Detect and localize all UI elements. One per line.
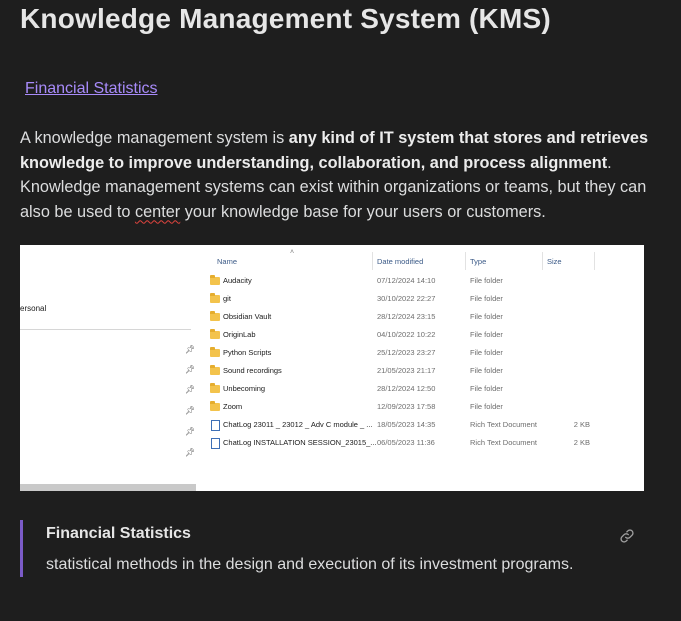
file-date: 06/05/2023 11:36 [377, 438, 435, 447]
file-name: Python Scripts [223, 348, 272, 357]
page-title: Knowledge Management System (KMS) [20, 3, 551, 34]
navigation-pane: ersonal 📌︎ 📌︎ 📌︎ 📌︎ 📌︎ 📌︎ [20, 245, 196, 491]
file-type: Rich Text Document [470, 420, 537, 429]
file-type: File folder [470, 330, 503, 339]
file-explorer-screenshot: ersonal 📌︎ 📌︎ 📌︎ 📌︎ 📌︎ 📌︎ ˄ Name Date mo… [20, 245, 644, 491]
file-row: Sound recordings 21/05/2023 21:17 File f… [208, 365, 608, 379]
file-type: File folder [470, 402, 503, 411]
file-name: OriginLab [223, 330, 256, 339]
folder-icon [210, 275, 220, 285]
pin-icon: 📌︎ [185, 365, 196, 374]
file-type: Rich Text Document [470, 438, 537, 447]
file-type: File folder [470, 348, 503, 357]
pin-icon: 📌︎ [185, 345, 196, 354]
file-row: Unbecoming 28/12/2024 12:50 File folder [208, 383, 608, 397]
folder-icon [210, 365, 220, 375]
pin-icon: 📌︎ [185, 385, 196, 394]
file-size: 2 KB [573, 420, 590, 429]
file-date: 30/10/2022 22:27 [377, 294, 436, 303]
file-name: git [223, 294, 231, 303]
file-date: 12/09/2023 17:58 [377, 402, 436, 411]
folder-icon [210, 293, 220, 303]
body-paragraph: A knowledge management system is any kin… [20, 126, 650, 224]
misspelled-word[interactable]: center [135, 203, 180, 221]
folder-icon [210, 383, 220, 393]
file-date: 04/10/2022 10:22 [377, 330, 436, 339]
callout-accent-bar [20, 520, 23, 577]
pin-icon: 📌︎ [185, 406, 196, 415]
nav-divider [20, 329, 191, 330]
financial-statistics-link[interactable]: Financial Statistics [25, 80, 158, 98]
file-type: File folder [470, 384, 503, 393]
nav-scrollbar [20, 484, 196, 491]
column-header-type: Type [470, 257, 487, 266]
document-icon [211, 438, 220, 449]
file-row: Obsidian Vault 28/12/2024 23:15 File fol… [208, 311, 608, 325]
callout-block: Financial Statistics statistical methods… [20, 520, 640, 577]
file-type: File folder [470, 294, 503, 303]
file-name: Sound recordings [223, 366, 282, 375]
folder-icon [210, 329, 220, 339]
link-icon[interactable] [619, 528, 635, 544]
nav-item-personal: ersonal [20, 304, 47, 313]
file-date: 18/05/2023 14:35 [377, 420, 436, 429]
paragraph-intro: A knowledge management system is [20, 129, 289, 147]
file-name: Unbecoming [223, 384, 266, 393]
file-name: Zoom [223, 402, 243, 411]
file-size: 2 KB [573, 438, 590, 447]
sort-caret-icon: ˄ [290, 249, 295, 256]
file-row: Zoom 12/09/2023 17:58 File folder [208, 401, 608, 415]
file-name: Audacity [223, 276, 252, 285]
column-header-name: Name [217, 257, 238, 266]
file-type: File folder [470, 312, 503, 321]
file-name: ChatLog 23011 _ 23012 _ Adv C module _ .… [223, 420, 373, 429]
column-separator [542, 252, 543, 270]
file-row: Python Scripts 25/12/2023 23:27 File fol… [208, 347, 608, 361]
file-date: 21/05/2023 21:17 [377, 366, 436, 375]
paragraph-ending: your knowledge base for your users or cu… [180, 202, 546, 221]
document-icon [211, 420, 220, 431]
file-date: 28/12/2024 23:15 [377, 312, 436, 321]
file-row: ChatLog INSTALLATION SESSION_23015_... 0… [208, 437, 608, 451]
folder-icon [210, 347, 220, 357]
file-date: 07/12/2024 14:10 [377, 276, 436, 285]
file-type: File folder [470, 276, 503, 285]
folder-icon [210, 401, 220, 411]
callout-text: statistical methods in the design and ex… [46, 556, 574, 573]
column-header-date: Date modified [377, 257, 424, 266]
folder-icon [210, 311, 220, 321]
file-date: 25/12/2023 23:27 [377, 348, 436, 357]
file-row: ChatLog 23011 _ 23012 _ Adv C module _ .… [208, 419, 608, 433]
file-row: Audacity 07/12/2024 14:10 File folder [208, 275, 608, 289]
column-header-size: Size [547, 257, 562, 266]
column-separator [465, 252, 466, 270]
file-row: OriginLab 04/10/2022 10:22 File folder [208, 329, 608, 343]
file-date: 28/12/2024 12:50 [377, 384, 436, 393]
file-row: git 30/10/2022 22:27 File folder [208, 293, 608, 307]
file-name: ChatLog INSTALLATION SESSION_23015_... [223, 438, 377, 447]
file-name: Obsidian Vault [223, 312, 272, 321]
column-separator [372, 252, 373, 270]
callout-title: Financial Statistics [46, 525, 191, 542]
pin-icon: 📌︎ [185, 448, 196, 457]
note-page: Knowledge Management System (KMS) Financ… [0, 0, 681, 621]
pin-icon: 📌︎ [185, 427, 196, 436]
column-separator [594, 252, 595, 270]
file-type: File folder [470, 366, 503, 375]
